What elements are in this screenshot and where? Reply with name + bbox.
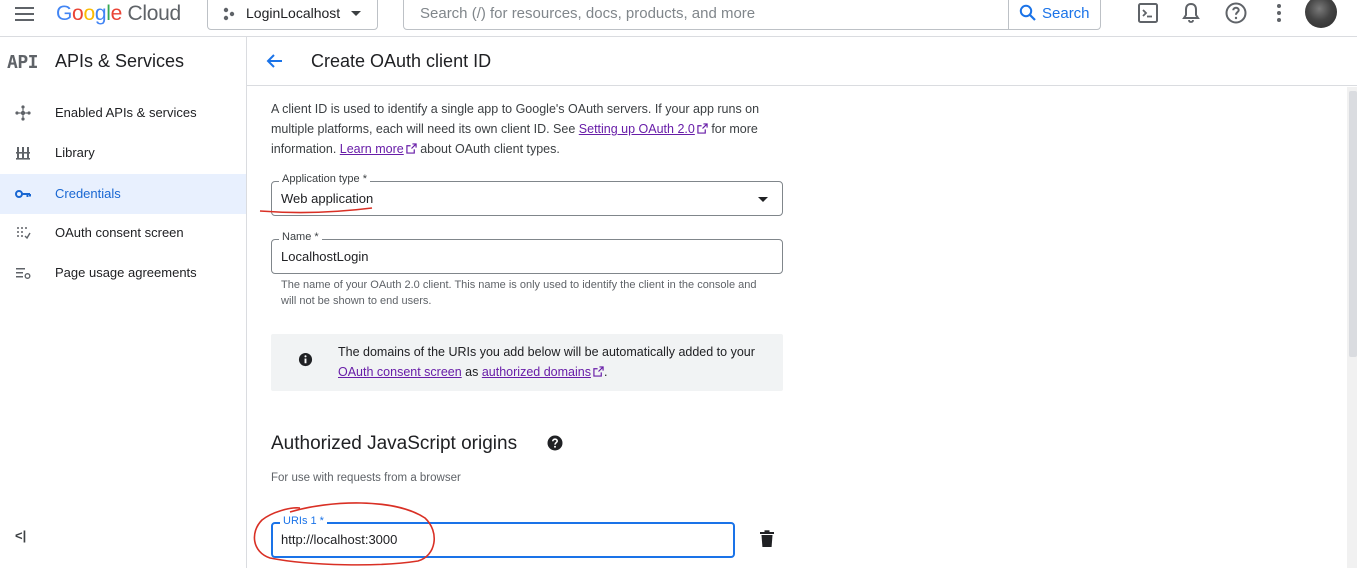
main-content: A client ID is used to identify a single… [247, 87, 1347, 568]
consent-icon [17, 227, 31, 240]
name-value: LocalhostLogin [281, 249, 369, 264]
setting-up-oauth-link[interactable]: Setting up OAuth 2.0 [579, 122, 695, 136]
learn-more-link[interactable]: Learn more [340, 142, 404, 156]
chevron-down-icon [351, 11, 361, 16]
key-icon [15, 190, 31, 198]
info-text-part: The domains of the URIs you add below wi… [338, 345, 755, 359]
avatar[interactable] [1305, 0, 1337, 28]
name-helper-text: The name of your OAuth 2.0 client. This … [281, 279, 757, 307]
search-icon [1019, 4, 1036, 21]
cloud-shell-icon[interactable] [1136, 1, 1160, 25]
sidebar-item-label: OAuth consent screen [55, 225, 184, 240]
oauth-consent-screen-link[interactable]: OAuth consent screen [338, 365, 462, 379]
sidebar-item-label: Credentials [55, 186, 121, 201]
sidebar-item-label: Library [55, 145, 95, 160]
sidebar-item-credentials[interactable]: Credentials [0, 174, 246, 214]
external-link-icon [697, 123, 708, 134]
external-link-icon [593, 366, 604, 377]
sidebar-item-enabled-apis[interactable]: Enabled APIs & services [0, 93, 246, 133]
delete-icon[interactable] [759, 530, 775, 548]
sidebar-item-oauth-consent[interactable]: OAuth consent screen [0, 213, 246, 253]
project-icon [223, 7, 235, 21]
authorized-domains-link[interactable]: authorized domains [482, 365, 591, 379]
search-button-label: Search [1042, 5, 1090, 22]
sidebar-item-label: Enabled APIs & services [55, 105, 197, 120]
dashboard-icon [15, 105, 31, 121]
intro-text-part: about OAuth client types. [416, 142, 560, 156]
notifications-icon[interactable] [1179, 1, 1203, 25]
info-icon [298, 352, 313, 367]
scrollbar-thumb[interactable] [1349, 91, 1357, 357]
info-text-part: as [461, 365, 482, 379]
project-picker[interactable]: LoginLocalhost [207, 0, 378, 30]
api-badge: API [7, 52, 39, 73]
uri-field[interactable]: URIs 1 * [271, 515, 735, 558]
sidebar-title: APIs & Services [55, 51, 185, 71]
external-link-icon [406, 143, 417, 154]
back-arrow-icon[interactable] [264, 50, 286, 72]
sidebar-item-library[interactable]: Library [0, 133, 246, 173]
application-type-label: Application type * [279, 173, 370, 185]
info-banner-text: The domains of the URIs you add below wi… [338, 342, 768, 382]
library-icon [16, 147, 30, 160]
settings-list-icon [16, 268, 31, 279]
js-origins-subtitle: For use with requests from a browser [271, 472, 461, 484]
js-origins-title: Authorized JavaScript origins [271, 433, 518, 454]
sidebar-item-page-usage[interactable]: Page usage agreements [0, 253, 246, 293]
search-bar: Search [403, 0, 1101, 30]
search-input[interactable] [404, 0, 1008, 29]
sidebar: API APIs & Services Enabled APIs & servi… [0, 37, 247, 568]
help-circle-icon[interactable] [547, 435, 563, 451]
help-icon[interactable] [1224, 1, 1248, 25]
project-name: LoginLocalhost [246, 5, 341, 21]
more-options-icon[interactable] [1267, 1, 1291, 25]
dropdown-arrow-icon [758, 197, 768, 202]
uri-input[interactable] [281, 524, 721, 555]
search-button[interactable]: Search [1008, 0, 1101, 29]
application-type-select[interactable]: Application type * Web application [271, 173, 783, 216]
name-label: Name * [279, 231, 322, 243]
intro-text: A client ID is used to identify a single… [271, 99, 791, 159]
application-type-value: Web application [281, 191, 374, 206]
name-field[interactable]: Name * LocalhostLogin [271, 231, 783, 274]
page-header: Create OAuth client ID [247, 37, 1357, 86]
page-title: Create OAuth client ID [311, 51, 492, 71]
main-menu-icon[interactable] [13, 4, 37, 24]
sidebar-item-label: Page usage agreements [55, 265, 197, 280]
google-cloud-logo[interactable]: Google Cloud [56, 2, 181, 26]
info-banner: The domains of the URIs you add below wi… [271, 334, 783, 391]
top-bar: Google Cloud LoginLocalhost Search [0, 0, 1357, 37]
collapse-sidebar-button[interactable]: <| [15, 528, 26, 543]
info-text-part: . [603, 365, 608, 379]
